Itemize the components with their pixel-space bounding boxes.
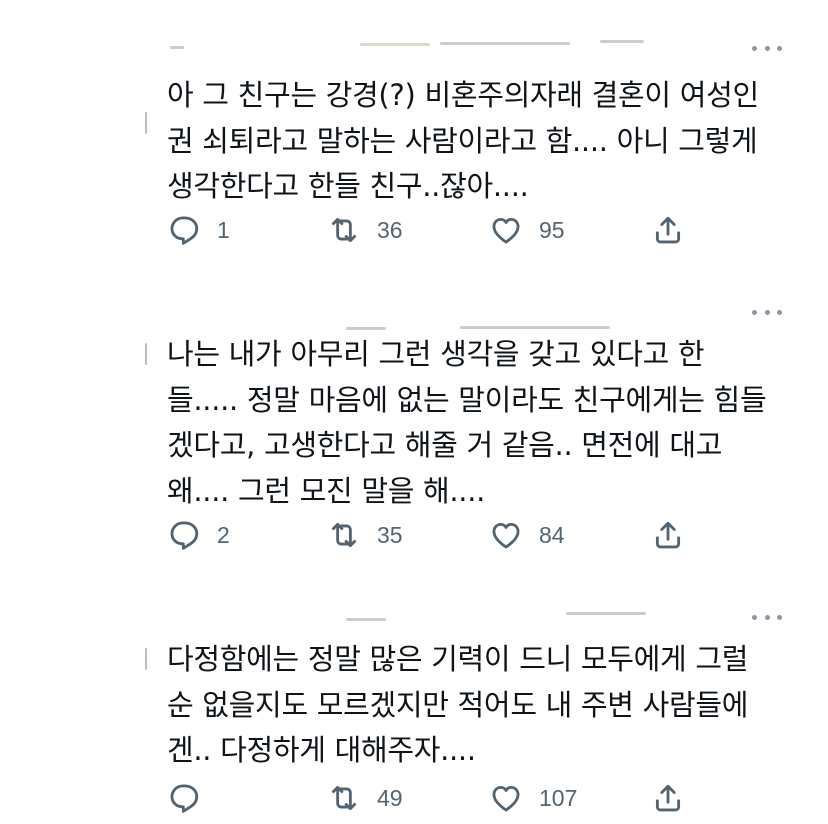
heart-icon	[489, 518, 523, 552]
like-count: 95	[539, 216, 565, 243]
like-count: 107	[539, 784, 578, 811]
more-dot-icon	[752, 614, 757, 620]
retweet-icon	[327, 518, 361, 552]
more-dot-icon	[752, 309, 757, 315]
share-button[interactable]	[651, 778, 685, 818]
tweet-text-line: 다정함에는 정말 많은 기력이 드니 모두에게 그럴	[167, 642, 749, 676]
more-dot-icon	[777, 614, 782, 620]
avatar-edge	[145, 648, 147, 670]
reply-count: 2	[217, 521, 230, 548]
reply-button[interactable]: 2	[167, 515, 230, 555]
tweet-text-line: 겠다고, 고생한다고 해줄 거 같음.. 면전에 대고	[167, 428, 723, 462]
tweet-text-line: 나는 내가 아무리 그런 생각을 갖고 있다고 한	[167, 337, 705, 371]
reply-count: 1	[217, 216, 230, 243]
tweet-text-line: 아 그 친구는 강경(?) 비혼주의자래 결혼이 여성인	[167, 78, 759, 112]
tweet-text: 다정함에는 정말 많은 기력이 드니 모두에게 그럴 순 없을지도 모르겠지만 …	[167, 637, 807, 774]
like-button[interactable]: 107	[489, 778, 577, 818]
tweet-text-line: 권 쇠퇴라고 말하는 사람이라고 함.... 아니 그렇게	[167, 123, 758, 158]
share-button[interactable]	[651, 515, 685, 555]
reply-button[interactable]: 1	[167, 210, 230, 250]
more-dot-icon	[764, 309, 770, 315]
tweet-header-faded	[170, 40, 650, 50]
avatar-edge	[145, 343, 147, 365]
more-options-button[interactable]	[752, 610, 782, 624]
more-dot-icon	[764, 614, 770, 620]
avatar-edge	[145, 112, 147, 134]
share-icon	[651, 213, 685, 247]
tweet-header-faded	[170, 612, 650, 622]
heart-icon	[489, 213, 523, 247]
like-button[interactable]: 95	[489, 210, 565, 250]
tweet-text: 나는 내가 아무리 그런 생각을 갖고 있다고 한 들..... 정말 마음에 …	[167, 332, 807, 514]
retweet-count: 49	[377, 784, 403, 811]
reply-bubble-icon	[167, 518, 201, 552]
tweet-text-line: 겐.. 다정하게 대해주자....	[167, 733, 476, 767]
retweet-count: 35	[377, 521, 403, 548]
retweet-icon	[327, 213, 361, 247]
more-dot-icon	[777, 45, 782, 51]
tweet-text-line: 들..... 정말 마음에 없는 말이라도 친구에게는 힘들	[167, 382, 767, 417]
tweet-actions: 49 107	[167, 778, 727, 818]
like-count: 84	[539, 521, 565, 548]
heart-icon	[489, 781, 523, 815]
share-icon	[651, 518, 685, 552]
share-button[interactable]	[651, 210, 685, 250]
more-options-button[interactable]	[752, 305, 782, 319]
tweet-text-line: 순 없을지도 모르겠지만 적어도 내 주변 사람들에	[167, 687, 749, 722]
reply-bubble-icon	[167, 781, 201, 815]
tweet-3[interactable]: 다정함에는 정말 많은 기력이 드니 모두에게 그럴 순 없을지도 모르겠지만 …	[0, 590, 828, 824]
retweet-icon	[327, 781, 361, 815]
more-dot-icon	[764, 45, 770, 51]
more-dot-icon	[777, 309, 782, 315]
retweet-button[interactable]: 36	[327, 210, 403, 250]
like-button[interactable]: 84	[489, 515, 565, 555]
tweet-text-line: 생각한다고 한들 친구..잖아....	[167, 169, 529, 203]
retweet-count: 36	[377, 216, 403, 243]
tweet-text-line: 왜.... 그런 모진 말을 해....	[167, 473, 486, 508]
retweet-button[interactable]: 49	[327, 778, 403, 818]
share-icon	[651, 781, 685, 815]
tweet-actions: 2 35 84	[167, 515, 727, 555]
more-options-button[interactable]	[752, 41, 782, 55]
tweet-actions: 1 36 95	[167, 210, 727, 250]
reply-button[interactable]	[167, 778, 217, 818]
tweet-2[interactable]: 나는 내가 아무리 그런 생각을 갖고 있다고 한 들..... 정말 마음에 …	[0, 290, 828, 590]
tweet-1[interactable]: 아 그 친구는 강경(?) 비혼주의자래 결혼이 여성인 권 쇠퇴라고 말하는 …	[0, 0, 828, 290]
retweet-button[interactable]: 35	[327, 515, 403, 555]
more-dot-icon	[752, 45, 757, 51]
tweet-text: 아 그 친구는 강경(?) 비혼주의자래 결혼이 여성인 권 쇠퇴라고 말하는 …	[167, 73, 807, 210]
reply-bubble-icon	[167, 213, 201, 247]
